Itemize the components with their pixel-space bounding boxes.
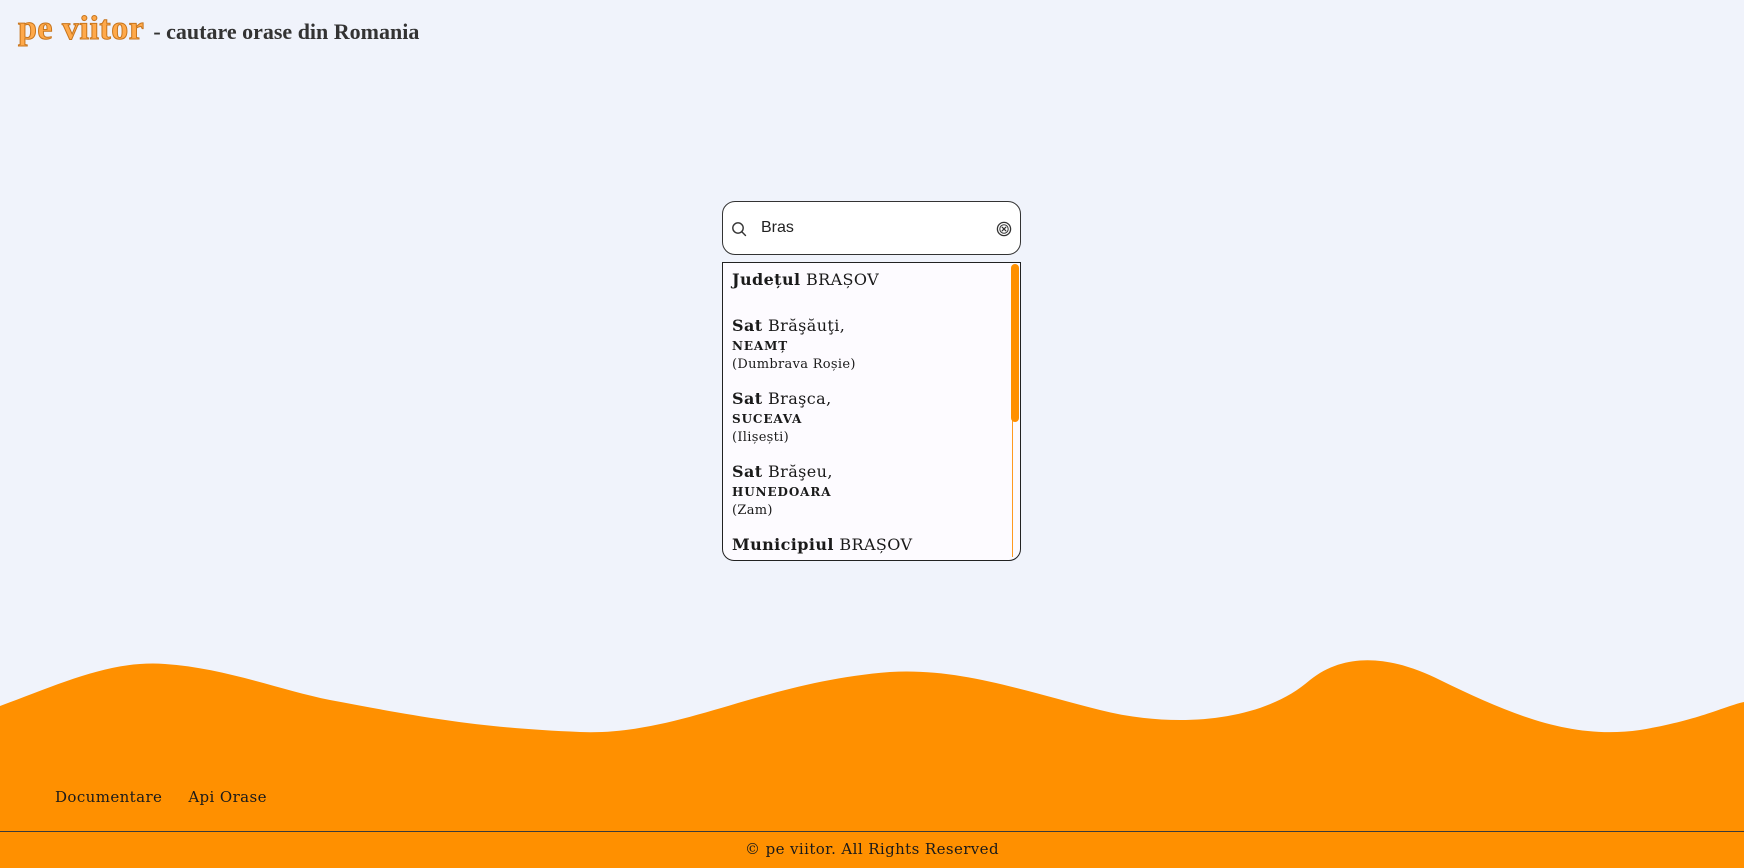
logo[interactable]: pe viitor [17,10,144,48]
footer-links: Documentare Api Orase [55,788,267,806]
clear-search-icon[interactable] [996,221,1012,237]
result-item[interactable]: Sat Brăşăuţi, NEAMȚ (Dumbrava Roșie) [732,315,997,374]
result-name: Brăşăuţi, [768,316,846,335]
footer-link-api-orase[interactable]: Api Orase [188,788,267,806]
result-title: Sat Braşca, [732,388,997,410]
search-input[interactable] [757,214,975,242]
search-icon [732,222,747,237]
result-type: Sat [732,462,763,481]
footer-link-documentare[interactable]: Documentare [55,788,162,806]
result-item[interactable]: Sat Braşca, SUCEAVA (Ilișești) [732,388,997,447]
result-county: SUCEAVA [732,412,803,426]
result-title: Sat Brăşăuţi, [732,315,997,337]
results-scrollbar-thumb[interactable] [1011,264,1019,422]
result-name: Braşca, [768,389,832,408]
result-title: Sat Brăşeu, [732,461,997,483]
result-item[interactable]: Județul BRAȘOV [732,263,997,291]
copyright-text: © pe viitor. All Rights Reserved [745,840,999,858]
result-type: Municipiul [732,535,834,554]
results-list: Județul BRAȘOV Sat Brăşăuţi, NEAMȚ (Dumb… [732,263,997,560]
result-county: HUNEDOARA [732,485,832,499]
page-header: pe viitor - cautare orase din Romania [17,10,420,48]
footer-divider [0,831,1744,832]
footer-wave [0,660,1744,868]
result-name: Brăşeu, [768,462,833,481]
search-results-dropdown[interactable]: Județul BRAȘOV Sat Brăşăuţi, NEAMȚ (Dumb… [722,262,1021,561]
result-type: Județul [732,270,801,289]
result-title: Județul BRAȘOV [732,269,997,291]
result-commune: (Ilișești) [732,430,790,445]
result-name: BRAȘOV [839,535,913,554]
result-title: Municipiul BRAȘOV [732,534,997,556]
result-type: Sat [732,316,763,335]
result-item[interactable]: Sat Brăşeu, HUNEDOARA (Zam) [732,461,997,520]
page-subtitle: - cautare orase din Romania [153,19,420,44]
result-item[interactable]: Municipiul BRAȘOV [732,534,997,556]
result-commune: (Dumbrava Roșie) [732,357,856,372]
result-name: BRAȘOV [805,270,880,289]
result-type: Sat [732,389,763,408]
search-box[interactable] [722,201,1021,255]
result-commune: (Zam) [732,503,773,518]
result-county: NEAMȚ [732,339,789,353]
